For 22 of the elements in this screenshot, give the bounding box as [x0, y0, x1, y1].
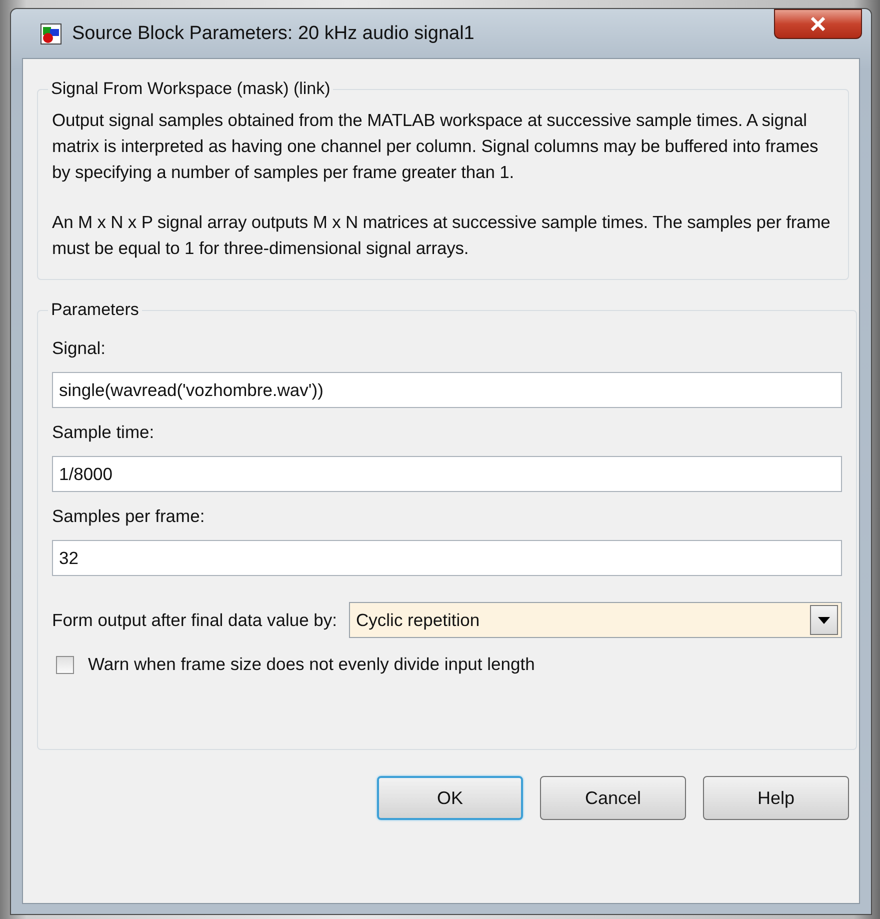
- checkbox[interactable]: [56, 656, 74, 674]
- group-title: Signal From Workspace (mask) (link): [50, 79, 332, 99]
- checkbox-label: Warn when frame size does not evenly divide input length: [88, 654, 535, 675]
- dropdown[interactable]: Cyclic repetition: [349, 602, 842, 638]
- caret-icon: [818, 616, 830, 624]
- field-label: Signal:: [52, 338, 107, 359]
- field-label: Sample time:: [52, 422, 156, 443]
- description-paragraph: An M x N x P signal array outputs M x N matrices at successive sample times. The samples per frame must be equal to 1 for three-dimensional signal arrays.: [52, 211, 832, 260]
- dialog-button[interactable]: OK: [377, 776, 523, 820]
- input-field[interactable]: 1/8000: [52, 456, 842, 492]
- block-diagram-icon: [40, 22, 62, 44]
- close-button[interactable]: [774, 9, 862, 39]
- field-label: Samples per frame:: [52, 506, 206, 527]
- dropdown-label: Form output after final data value by:: [52, 610, 338, 630]
- input-field[interactable]: 32: [52, 540, 842, 576]
- close-icon: [810, 17, 826, 31]
- input-field[interactable]: single(wavread('vozhombre.wav')): [52, 372, 842, 408]
- dialog-button[interactable]: Help: [703, 776, 849, 820]
- description-paragraph: Output signal samples obtained from the MATLAB workspace at successive sample times. A signal matrix is interpreted as having one channel per column. Signal columns may be buffered into frames by specifying a number of samples per frame greater than 1.: [52, 109, 820, 184]
- window-title: Source Block Parameters: 20 kHz audio signal1: [72, 22, 474, 44]
- group-title: Parameters: [50, 300, 140, 320]
- dialog-button[interactable]: Cancel: [540, 776, 686, 820]
